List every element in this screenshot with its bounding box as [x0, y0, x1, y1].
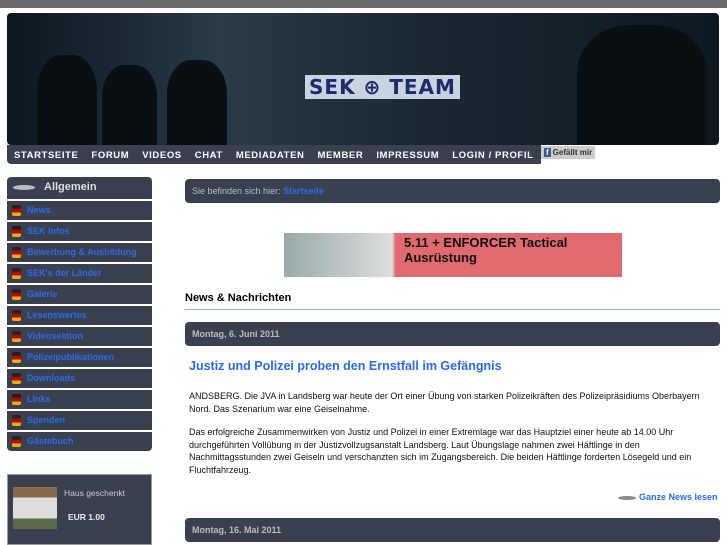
eagle-icon	[12, 331, 21, 342]
facebook-icon: f	[544, 148, 551, 157]
sidebar-item-links[interactable]: Links	[7, 390, 152, 409]
sidebar-item-sek-infos[interactable]: SEK Infos	[7, 222, 152, 241]
label: Spenden	[27, 415, 66, 425]
eagle-icon	[12, 268, 21, 279]
sidebar-item-lesenswertes[interactable]: Lesenswertes	[7, 306, 152, 325]
nav-chat[interactable]: CHAT	[188, 145, 229, 164]
label: Videosektion	[27, 331, 83, 341]
officer-image	[577, 25, 707, 145]
post-body: ANDSBERG. Die JVA in Landsberg war heute…	[189, 390, 709, 487]
eagle-icon	[12, 289, 21, 300]
sidebar-item-videosektion[interactable]: Videosektion	[7, 327, 152, 346]
sidebar-title: Allgemein	[44, 181, 97, 193]
section-title: News & Nachrichten	[185, 292, 292, 304]
post-date-bar: Montag, 16. Mai 2011	[185, 518, 720, 542]
label: Gästebuch	[27, 436, 74, 446]
post-date: Montag, 16. Mai 2011	[192, 525, 282, 535]
read-more-link[interactable]: Ganze News lesen	[618, 492, 718, 502]
label: Downloads	[27, 373, 76, 383]
sidebar-item-galerie[interactable]: Galerie	[7, 285, 152, 304]
donation-label: Haus geschenkt	[64, 488, 125, 498]
post-date-bar: Montag, 6. Juni 2011	[185, 322, 720, 346]
eagle-icon	[12, 415, 21, 426]
post-title[interactable]: Justiz und Polizei proben den Ernstfall …	[189, 359, 502, 373]
sidebar-item-spenden[interactable]: Spenden	[7, 411, 152, 430]
officer-image	[102, 65, 157, 145]
nav-startseite[interactable]: STARTSEITE	[7, 145, 84, 164]
like-label: Gefällt mir	[552, 148, 593, 157]
sidebar-item-downloads[interactable]: Downloads	[7, 369, 152, 388]
breadcrumb-prefix: Sie befinden sich hier:	[192, 186, 281, 196]
label: SEK Infos	[27, 226, 70, 236]
eagle-icon	[12, 436, 21, 447]
eagle-icon	[12, 373, 21, 384]
nav-mediadaten[interactable]: MEDIADATEN	[229, 145, 311, 164]
sidebar-item-gaestebuch[interactable]: Gästebuch	[7, 432, 152, 451]
post-paragraph: ANDSBERG. Die JVA in Landsberg war heute…	[189, 391, 700, 414]
officer-image	[37, 55, 97, 145]
eagle-icon	[12, 226, 21, 237]
divider: |	[535, 148, 538, 159]
nav-impressum[interactable]: IMPRESSUM	[369, 145, 445, 164]
header-banner: SEK ⊕ TEAM	[7, 13, 719, 145]
ad-banner[interactable]: 5.11 + ENFORCER Tactical Ausrüstung	[284, 233, 622, 277]
label: Polizeipublikationen	[27, 352, 115, 362]
sidebar-item-bewerbung[interactable]: Bewerbung & Ausbildung	[7, 243, 152, 262]
label: Lesenswertes	[27, 310, 87, 320]
label: Links	[27, 394, 51, 404]
house-image	[13, 487, 57, 529]
wings-icon	[13, 185, 35, 190]
sidebar-heading: Allgemein	[7, 177, 152, 199]
donation-amount: EUR 1.00	[68, 512, 105, 522]
eagle-icon	[12, 394, 21, 405]
officer-image	[167, 60, 227, 145]
nav-forum[interactable]: FORUM	[84, 145, 135, 164]
post-date: Montag, 6. Juni 2011	[192, 329, 280, 339]
label: Galerie	[27, 289, 58, 299]
eagle-icon	[12, 352, 21, 363]
main-nav: STARTSEITE FORUM VIDEOS CHAT MEDIADATEN …	[7, 145, 542, 164]
breadcrumb: Sie befinden sich hier: Startseite	[185, 179, 720, 203]
top-bar	[0, 0, 727, 8]
wings-icon	[618, 495, 636, 500]
sidebar: Allgemein News SEK Infos Bewerbung & Aus…	[7, 177, 152, 451]
sidebar-item-polizeipublikationen[interactable]: Polizeipublikationen	[7, 348, 152, 367]
site-logo[interactable]: SEK ⊕ TEAM	[305, 75, 460, 99]
donation-box[interactable]: Haus geschenkt EUR 1.00	[7, 474, 152, 545]
eagle-icon	[12, 205, 21, 216]
breadcrumb-link-startseite[interactable]: Startseite	[283, 186, 324, 196]
eagle-icon	[12, 310, 21, 321]
eagle-icon	[12, 247, 21, 258]
nav-login[interactable]: LOGIN / PROFIL	[445, 145, 541, 164]
label: Bewerbung & Ausbildung	[27, 247, 137, 257]
nav-videos[interactable]: VIDEOS	[135, 145, 188, 164]
label: SEK's der Länder	[27, 268, 102, 278]
post-paragraph: Das erfolgreiche Zusammenwirken von Just…	[189, 427, 692, 475]
facebook-like-button[interactable]: f Gefällt mir	[541, 146, 596, 159]
ad-text: 5.11 + ENFORCER Tactical Ausrüstung	[404, 235, 568, 265]
label: News	[27, 205, 51, 215]
sidebar-item-laender[interactable]: SEK's der Länder	[7, 264, 152, 283]
sidebar-item-news[interactable]: News	[7, 201, 152, 220]
divider	[185, 309, 720, 310]
read-more-label: Ganze News lesen	[639, 492, 718, 502]
nav-member[interactable]: MEMBER	[310, 145, 369, 164]
